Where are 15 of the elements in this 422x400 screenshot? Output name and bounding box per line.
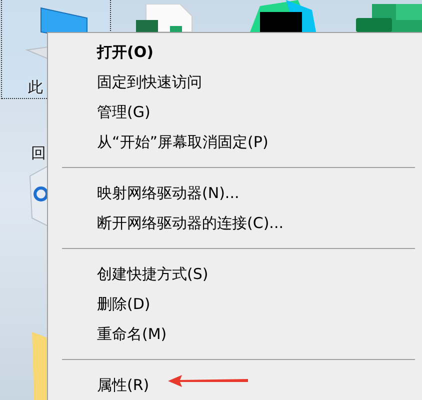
menu-item[interactable]: 映射网络驱动器(N)... (48, 178, 422, 208)
menu-item[interactable]: 从“开始”屏幕取消固定(P) (48, 127, 422, 158)
spreadsheet-file-icon[interactable] (136, 4, 194, 32)
spreadsheet-app-icon[interactable] (356, 4, 422, 32)
menu-item[interactable]: 创建快捷方式(S) (48, 259, 422, 290)
icon-label: 回 (31, 146, 46, 161)
menu-item[interactable]: 固定到快速访问 (48, 67, 422, 98)
icon-label: 此 (28, 80, 43, 95)
menu-item[interactable]: 断开网络驱动器的连接(C)... (48, 208, 422, 238)
menu-item[interactable]: 重命名(M) (48, 319, 422, 350)
menu-item[interactable]: 属性(R) (48, 370, 422, 400)
menu-item[interactable]: 删除(D) (48, 289, 422, 320)
menu-item[interactable]: 打开(O) (48, 37, 422, 68)
menu-item[interactable]: 管理(G) (48, 97, 422, 128)
arrow-icon (166, 374, 250, 388)
